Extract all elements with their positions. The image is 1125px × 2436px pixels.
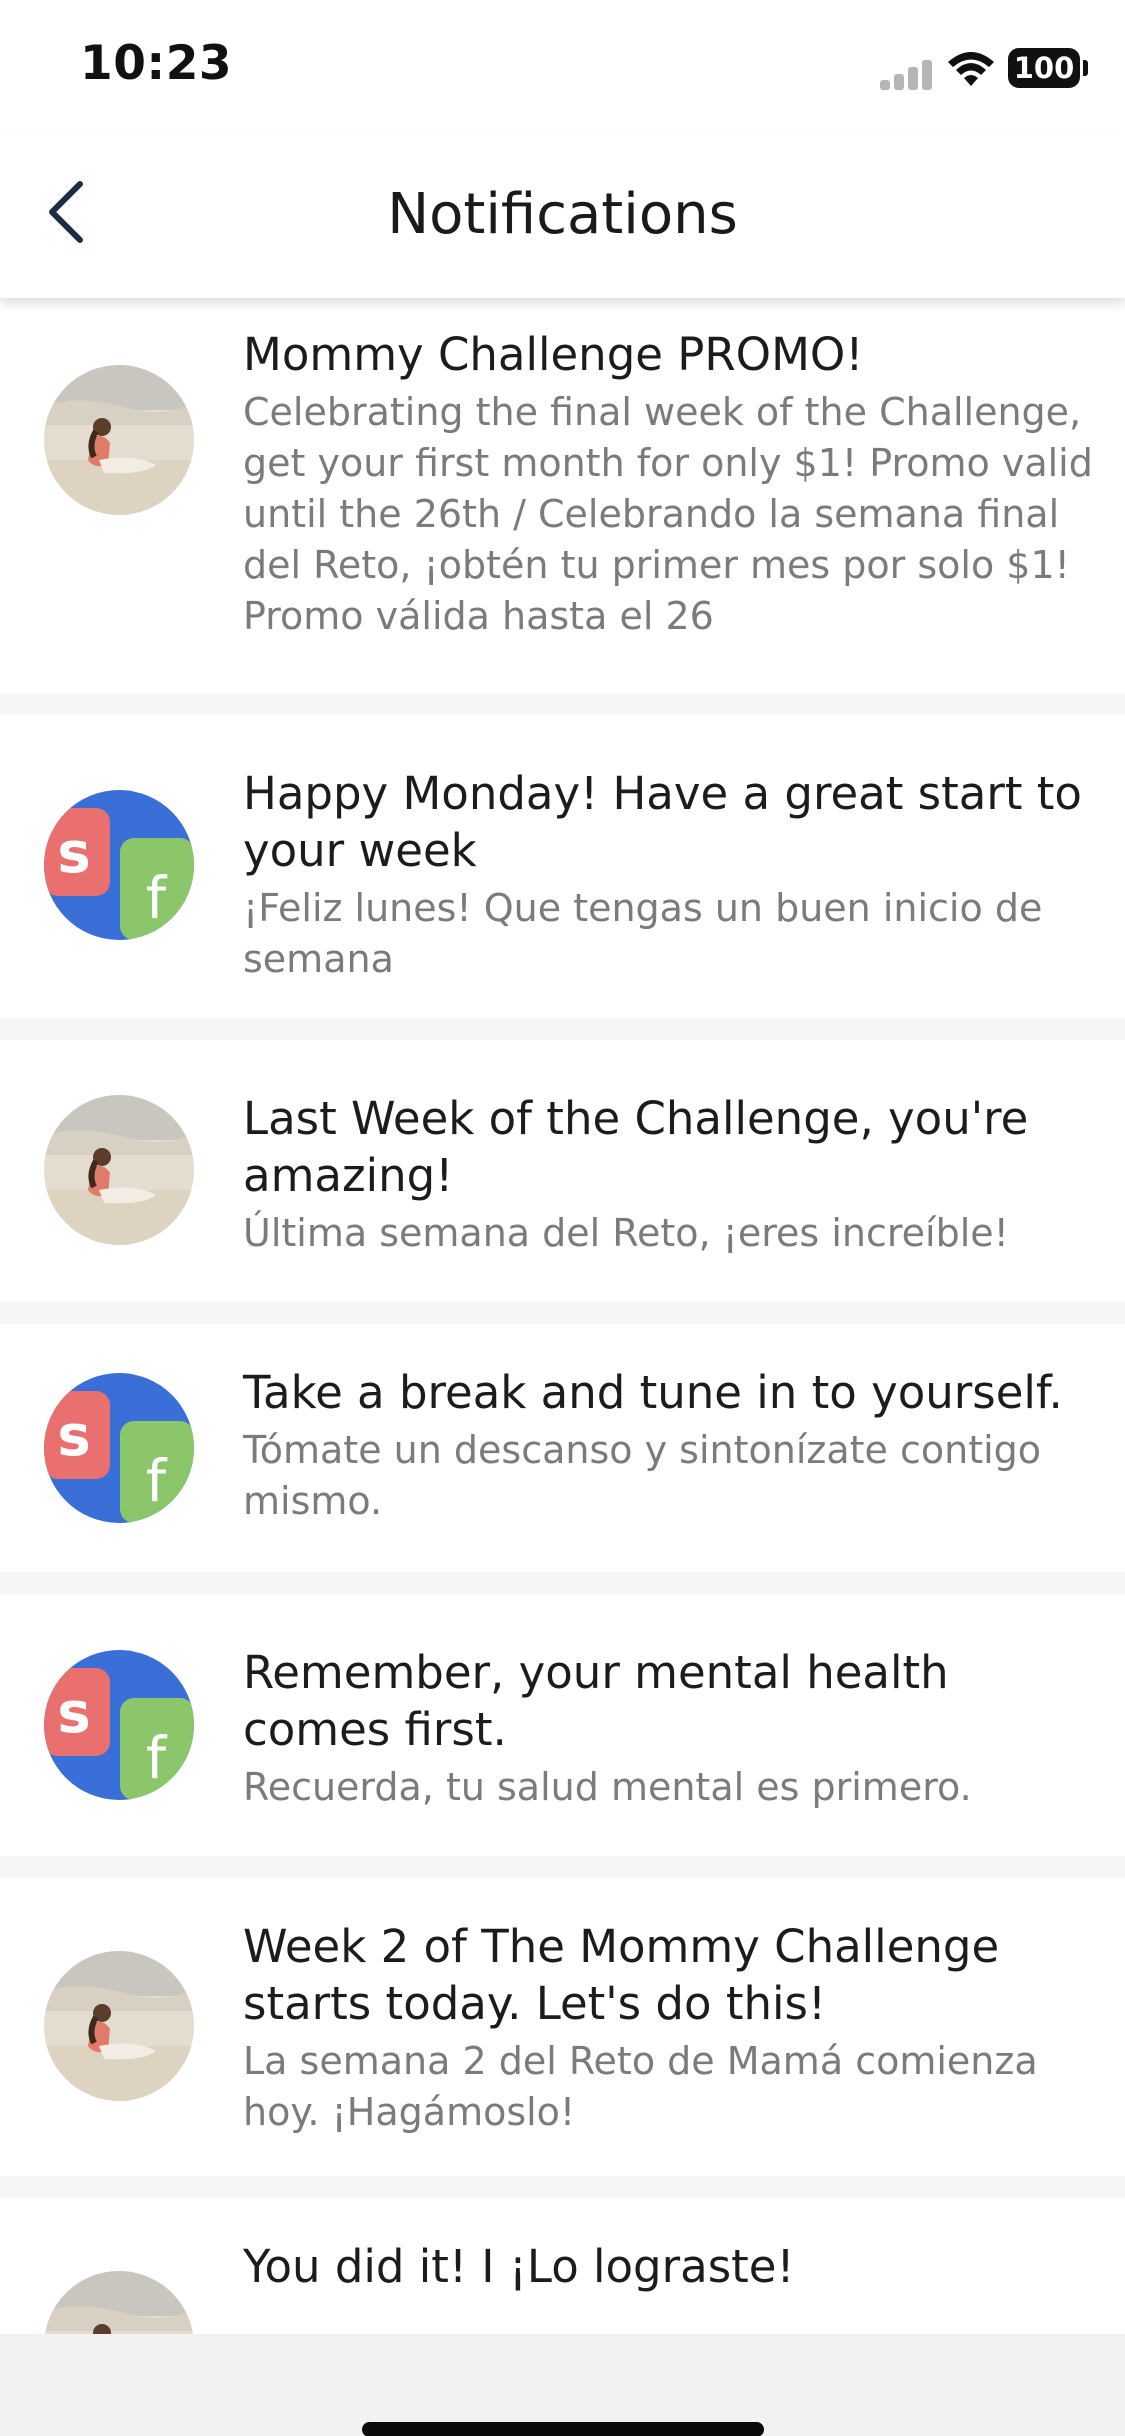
sf-logo-avatar: s f	[44, 1373, 194, 1523]
svg-text:s: s	[57, 1404, 90, 1469]
notification-item[interactable]: s f Remember, your mental health comes f…	[0, 1594, 1125, 1856]
status-time: 10:23	[80, 36, 233, 91]
page-title: Notifications	[387, 182, 738, 247]
notification-title: You did it! I ¡Lo lograste!	[243, 2240, 795, 2293]
notification-subtitle: Última semana del Reto, ¡eres increíble!	[243, 1211, 1009, 1255]
notification-subtitle: Celebrating the final week of the Challe…	[243, 390, 1093, 638]
notification-title: Mommy Challenge PROMO!	[243, 328, 864, 381]
notification-title: Take a break and tune in to yourself.	[243, 1366, 1063, 1419]
nav-bar: Notifications	[0, 132, 1125, 298]
notification-item[interactable]: Last Week of the Challenge, you're amazi…	[0, 1040, 1125, 1302]
svg-text:f: f	[146, 1724, 168, 1792]
svg-text:f: f	[146, 864, 168, 932]
sf-logo-avatar: s f	[44, 1650, 194, 1800]
notification-list[interactable]: Mommy Challenge PROMO! Celebrating the f…	[0, 298, 1125, 2436]
wifi-icon	[948, 52, 994, 86]
beach-photo-avatar	[44, 365, 194, 515]
home-indicator[interactable]	[362, 2422, 764, 2436]
notification-title: Happy Monday! Have a great start to your…	[243, 767, 1082, 877]
status-bar: 10:23 100	[0, 0, 1125, 132]
notification-subtitle: Recuerda, tu salud mental es primero.	[243, 1765, 972, 1809]
notification-subtitle: ¡Feliz lunes! Que tengas un buen inicio …	[243, 886, 1043, 981]
notification-subtitle: Tómate un descanso y sintonízate contigo…	[243, 1428, 1042, 1523]
notification-title: Last Week of the Challenge, you're amazi…	[243, 1092, 1029, 1202]
notification-subtitle: La semana 2 del Reto de Mamá comienza ho…	[243, 2039, 1038, 2134]
notification-title: Remember, your mental health comes first…	[243, 1646, 949, 1756]
notification-item[interactable]: s f Take a break and tune in to yourself…	[0, 1324, 1125, 1572]
signal-icon	[880, 58, 932, 90]
svg-text:f: f	[146, 1447, 168, 1515]
beach-photo-avatar	[44, 1951, 194, 2101]
svg-text:s: s	[57, 1681, 90, 1746]
battery-tip	[1083, 60, 1088, 76]
battery-icon: 100	[1008, 48, 1080, 88]
beach-photo-avatar	[44, 1095, 194, 1245]
svg-text:s: s	[57, 821, 90, 886]
notification-item[interactable]: Mommy Challenge PROMO! Celebrating the f…	[0, 298, 1125, 693]
sf-logo-avatar: s f	[44, 790, 194, 940]
home-indicator-area	[0, 2334, 1125, 2436]
notifications-screen: 10:23 100 Notifications Mommy Challenge …	[0, 0, 1125, 2436]
notification-item[interactable]: s f Happy Monday! Have a great start to …	[0, 715, 1125, 1018]
notification-item[interactable]: Week 2 of The Mommy Challenge starts tod…	[0, 1878, 1125, 2176]
notification-title: Week 2 of The Mommy Challenge starts tod…	[243, 1920, 1000, 2030]
